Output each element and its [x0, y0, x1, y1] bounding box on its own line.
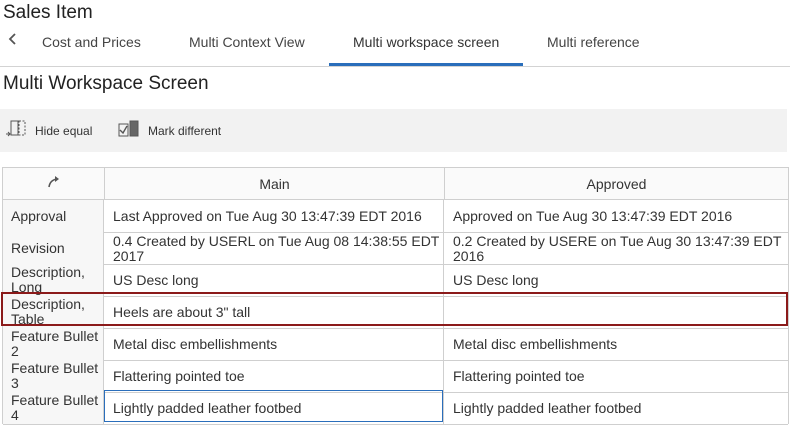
- mark-different-icon: [117, 120, 148, 143]
- main-cell[interactable]: Last Approved on Tue Aug 30 13:47:39 EDT…: [105, 200, 444, 232]
- table-row: Description, Long US Desc long US Desc l…: [3, 264, 788, 297]
- table-row: Feature Bullet 4 Lightly padded leather …: [3, 392, 788, 425]
- approved-cell[interactable]: Metal disc embellishments: [445, 328, 788, 360]
- tab-multi-workspace-screen[interactable]: Multi workspace screen: [353, 34, 499, 50]
- approved-cell[interactable]: US Desc long: [445, 264, 788, 296]
- table-row: Description, Table Heels are about 3" ta…: [3, 296, 788, 329]
- table-row: Approval Last Approved on Tue Aug 30 13:…: [3, 200, 788, 233]
- row-label: Revision: [3, 232, 104, 264]
- hide-equal-icon: [5, 120, 35, 143]
- row-label: Approval: [3, 200, 104, 232]
- toolbar: Hide equal Mark different: [0, 109, 787, 152]
- tab-cost-and-prices[interactable]: Cost and Prices: [42, 34, 141, 50]
- screen-title: Multi Workspace Screen: [3, 73, 209, 94]
- swap-arrow-icon: [46, 175, 62, 192]
- swap-columns-header[interactable]: [3, 168, 105, 200]
- approved-cell[interactable]: 0.2 Created by USERE on Tue Aug 30 13:47…: [445, 232, 788, 264]
- hide-equal-button[interactable]: Hide equal: [5, 120, 93, 143]
- approved-cell[interactable]: Lightly padded leather footbed: [445, 392, 788, 424]
- row-label: Description, Long: [3, 264, 104, 296]
- main-cell[interactable]: Metal disc embellishments: [105, 328, 444, 360]
- mark-different-label: Mark different: [148, 124, 222, 138]
- tab-bar: Cost and Prices Multi Context View Multi…: [0, 22, 790, 67]
- table-row: Feature Bullet 3 Flattering pointed toe …: [3, 360, 788, 393]
- main-cell[interactable]: Flattering pointed toe: [105, 360, 444, 392]
- table-row: Feature Bullet 2 Metal disc embellishmen…: [3, 328, 788, 361]
- chevron-left-icon[interactable]: [8, 32, 18, 49]
- column-header-approved[interactable]: Approved: [445, 168, 788, 200]
- tab-multi-context-view[interactable]: Multi Context View: [189, 34, 305, 50]
- main-cell[interactable]: Lightly padded leather footbed: [105, 392, 444, 424]
- approved-cell[interactable]: Flattering pointed toe: [445, 360, 788, 392]
- comparison-grid: Main Approved Approval Last Approved on …: [2, 167, 789, 425]
- approved-cell[interactable]: [445, 296, 788, 328]
- main-cell[interactable]: 0.4 Created by USERL on Tue Aug 08 14:38…: [105, 232, 444, 264]
- main-cell[interactable]: Heels are about 3" tall: [105, 296, 444, 328]
- tab-multi-reference[interactable]: Multi reference: [547, 34, 640, 50]
- column-header-main[interactable]: Main: [105, 168, 445, 200]
- table-row: Revision 0.4 Created by USERL on Tue Aug…: [3, 232, 788, 265]
- mark-different-button[interactable]: Mark different: [117, 120, 222, 143]
- page-title: Sales Item: [3, 2, 93, 23]
- approved-cell[interactable]: Approved on Tue Aug 30 13:47:39 EDT 2016: [445, 200, 788, 232]
- row-label: Description, Table: [3, 296, 104, 328]
- row-label: Feature Bullet 2: [3, 328, 104, 360]
- row-label: Feature Bullet 3: [3, 360, 104, 392]
- main-cell[interactable]: US Desc long: [105, 264, 444, 296]
- active-tab-indicator: [329, 63, 523, 66]
- hide-equal-label: Hide equal: [35, 124, 93, 138]
- row-label: Feature Bullet 4: [3, 392, 104, 424]
